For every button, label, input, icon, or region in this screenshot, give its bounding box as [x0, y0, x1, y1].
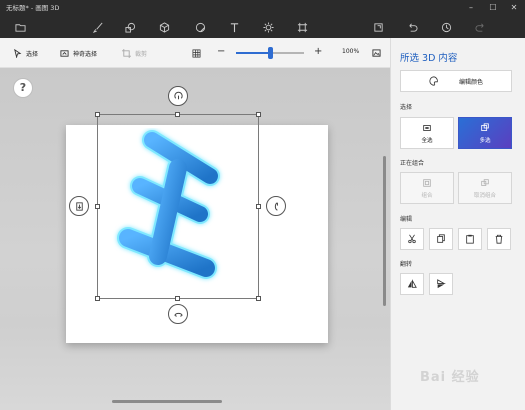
window-title: 无标题* - 画图 3D [6, 4, 60, 12]
resize-handle-right[interactable] [256, 204, 261, 209]
zoom-slider-fill [236, 52, 270, 54]
history-icon[interactable] [434, 18, 458, 36]
rotate-icon [173, 91, 183, 99]
main-toolbar [0, 16, 525, 38]
stickers-icon[interactable] [188, 18, 212, 36]
rotate-z-handle[interactable] [168, 304, 188, 324]
minimize-icon[interactable]: – [462, 0, 480, 16]
close-icon[interactable]: ✕ [505, 0, 523, 16]
zoom-slider-thumb[interactable] [267, 47, 273, 59]
rotate-x-handle[interactable] [168, 86, 188, 106]
depth-icon [75, 201, 83, 211]
edit-color-button[interactable]: 编辑颜色 [400, 70, 512, 92]
command-bar: 选择 神奇选择 裁剪 − + 100% [0, 38, 390, 68]
canvas-area[interactable]: ? [0, 68, 390, 410]
push-back-handle[interactable] [69, 196, 89, 216]
rotate-icon [274, 201, 278, 211]
properties-panel: 所选 3D 内容 编辑颜色 选择 全选 多选 正在组合 组合 取消组合 编辑 翻… [390, 38, 525, 410]
help-button[interactable]: ? [13, 78, 33, 98]
2d-shapes-icon[interactable] [118, 18, 142, 36]
resize-handle-bottom-right[interactable] [256, 296, 261, 301]
grid-view-toggle[interactable] [192, 47, 201, 59]
resize-handle-bottom-left[interactable] [95, 296, 100, 301]
copy-button[interactable] [429, 228, 453, 250]
group-button[interactable]: 组合 [400, 172, 454, 204]
cursor-icon [14, 48, 22, 58]
ungroup-button[interactable]: 取消组合 [458, 172, 512, 204]
zoom-out-button[interactable]: − [217, 46, 225, 57]
image-view-icon [372, 48, 381, 57]
resize-handle-top-right[interactable] [256, 112, 261, 117]
select-tool[interactable]: 选择 [13, 47, 38, 59]
resize-handle-top[interactable] [175, 112, 180, 117]
flip-vertical-icon [437, 279, 446, 289]
scissors-icon [408, 234, 416, 244]
text-icon[interactable] [222, 18, 246, 36]
crop-icon [122, 48, 131, 58]
select-all-icon [423, 124, 431, 131]
horizontal-scrollbar[interactable] [112, 400, 222, 403]
select-label: 选择 [26, 50, 39, 58]
ungroup-label: 取消组合 [473, 192, 496, 199]
edit-color-label: 编辑颜色 [458, 78, 483, 86]
canvas-icon[interactable] [290, 18, 314, 36]
3d-shapes-icon[interactable] [152, 18, 176, 36]
panel-title: 所选 3D 内容 [400, 53, 458, 64]
multi-select-button[interactable]: 多选 [458, 117, 512, 149]
group-section-label: 正在组合 [400, 160, 425, 167]
effects-icon[interactable] [256, 18, 280, 36]
select-all-button[interactable]: 全选 [400, 117, 454, 149]
maximize-icon[interactable]: ☐ [484, 0, 502, 16]
flip-horizontal-icon [407, 279, 417, 288]
selection-box[interactable] [97, 114, 259, 299]
ungroup-icon [481, 178, 489, 186]
undo-icon[interactable] [400, 18, 424, 36]
flip-horizontal-button[interactable] [400, 273, 424, 295]
cut-button[interactable] [400, 228, 424, 250]
crop-label: 裁剪 [135, 50, 148, 58]
rotate-icon [173, 312, 183, 317]
title-bar: 无标题* - 画图 3D – ☐ ✕ [0, 0, 525, 16]
select-section-label: 选择 [400, 104, 413, 111]
paste-icon [466, 234, 474, 244]
group-label: 组合 [421, 192, 433, 199]
flip-vertical-button[interactable] [429, 273, 453, 295]
rotate-y-handle[interactable] [266, 196, 286, 216]
mixed-reality-icon[interactable] [366, 18, 390, 36]
brush-icon[interactable] [86, 18, 110, 36]
redo-icon[interactable] [468, 18, 492, 36]
resize-handle-left[interactable] [95, 204, 100, 209]
resize-handle-bottom[interactable] [175, 296, 180, 301]
select-all-label: 全选 [421, 137, 433, 144]
zoom-percentage: 100% [342, 48, 360, 55]
zoom-in-button[interactable]: + [314, 46, 322, 57]
folder-icon[interactable] [8, 18, 32, 36]
edit-section-label: 编辑 [400, 216, 413, 223]
copy-icon [437, 234, 445, 243]
magic-select-icon [60, 49, 69, 57]
trash-icon [495, 234, 503, 244]
watermark: Bai 经验 [420, 370, 480, 385]
crop-tool[interactable]: 裁剪 [122, 47, 147, 59]
view-3d-toggle[interactable] [372, 47, 381, 59]
zoom-slider[interactable] [236, 47, 304, 59]
flip-section-label: 翻转 [400, 261, 413, 268]
multi-select-label: 多选 [479, 137, 491, 144]
palette-icon [429, 76, 438, 86]
magic-select-tool[interactable]: 神奇选择 [60, 47, 97, 59]
delete-button[interactable] [487, 228, 511, 250]
resize-handle-top-left[interactable] [95, 112, 100, 117]
vertical-scrollbar[interactable] [383, 156, 386, 306]
magic-select-label: 神奇选择 [73, 50, 98, 58]
multi-select-icon [481, 122, 489, 131]
grid-icon [192, 49, 201, 57]
paste-button[interactable] [458, 228, 482, 250]
group-icon [423, 178, 431, 187]
